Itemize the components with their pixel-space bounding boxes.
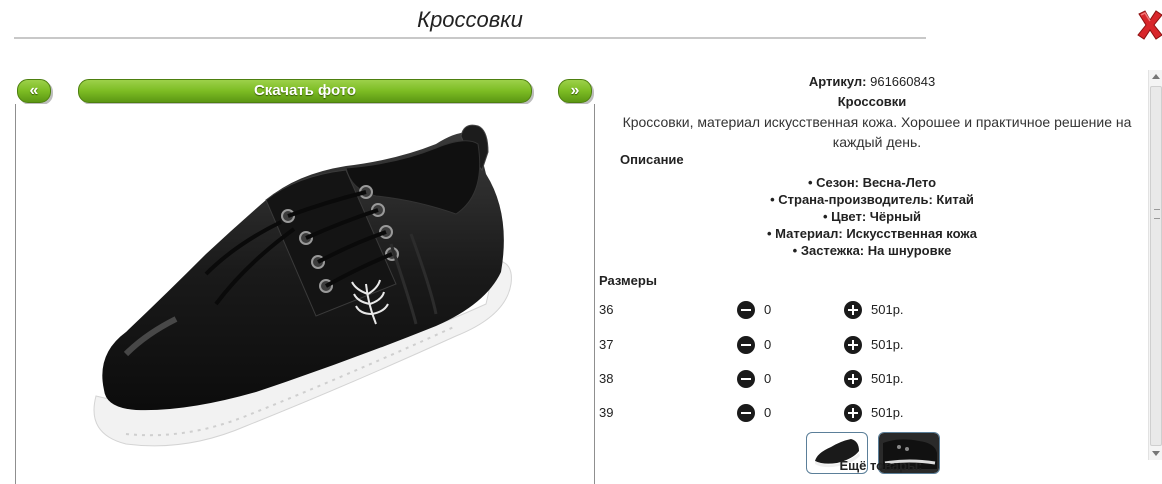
size-value: 38 — [599, 371, 614, 386]
price-value: 501р. — [871, 337, 904, 352]
spec-item: Сезон: Весна-Лето — [598, 174, 1146, 191]
plus-icon[interactable] — [844, 404, 862, 422]
plus-icon[interactable] — [844, 336, 862, 354]
prev-photo-button[interactable]: « — [17, 79, 51, 103]
plus-icon[interactable] — [844, 301, 862, 319]
scroll-down-icon[interactable] — [1152, 451, 1160, 456]
article-label: Артикул: — [808, 74, 867, 89]
quantity-value: 0 — [764, 371, 772, 386]
size-row: 39 0 501р. — [599, 403, 1139, 423]
article-value: 961660843 — [870, 74, 936, 89]
minus-icon[interactable] — [737, 404, 755, 422]
size-row: 36 0 501р. — [599, 300, 1139, 320]
sizes-heading: Размеры — [599, 273, 657, 288]
quantity-value: 0 — [764, 405, 772, 420]
spec-item: Материал: Искусственная кожа — [598, 225, 1146, 242]
plus-icon[interactable] — [844, 370, 862, 388]
quantity-value: 0 — [764, 337, 772, 352]
spec-item: Страна-производитель: Китай — [598, 191, 1146, 208]
quantity-value: 0 — [764, 302, 772, 317]
price-value: 501р. — [871, 371, 904, 386]
minus-icon[interactable] — [737, 336, 755, 354]
size-row: 38 0 501р. — [599, 369, 1139, 389]
spec-item: Застежка: На шнуровке — [598, 242, 1146, 259]
sneaker-image — [93, 124, 512, 447]
article-line: Артикул: 961660843 — [598, 74, 1146, 89]
size-row: 37 0 501р. — [599, 335, 1139, 355]
size-value: 36 — [599, 302, 614, 317]
description-heading: Описание — [620, 152, 684, 167]
product-description: Кроссовки, материал искусственная кожа. … — [622, 114, 1132, 150]
more-products-heading: Ещё товары: — [839, 458, 923, 473]
panel-scrollbar[interactable] — [1148, 70, 1162, 460]
spec-list: Сезон: Весна-Лето Страна-производитель: … — [598, 174, 1146, 259]
spec-item: Цвет: Чёрный — [598, 208, 1146, 225]
price-value: 501р. — [871, 405, 904, 420]
product-photo — [15, 104, 595, 484]
download-photo-button[interactable]: Скачать фото — [78, 79, 532, 103]
product-info-panel: Артикул: 961660843 Кроссовки Кроссовки, … — [598, 70, 1146, 481]
size-value: 37 — [599, 337, 614, 352]
close-button[interactable] — [1137, 10, 1162, 40]
minus-icon[interactable] — [737, 301, 755, 319]
next-photo-button[interactable]: » — [558, 79, 592, 103]
price-value: 501р. — [871, 302, 904, 317]
page-title: Кроссовки — [417, 7, 523, 32]
product-name: Кроссовки — [837, 94, 907, 109]
scrollbar-thumb[interactable] — [1150, 86, 1162, 446]
scroll-up-icon[interactable] — [1152, 74, 1160, 79]
title-divider — [14, 37, 926, 39]
close-x-icon — [1137, 10, 1162, 40]
minus-icon[interactable] — [737, 370, 755, 388]
size-value: 39 — [599, 405, 614, 420]
